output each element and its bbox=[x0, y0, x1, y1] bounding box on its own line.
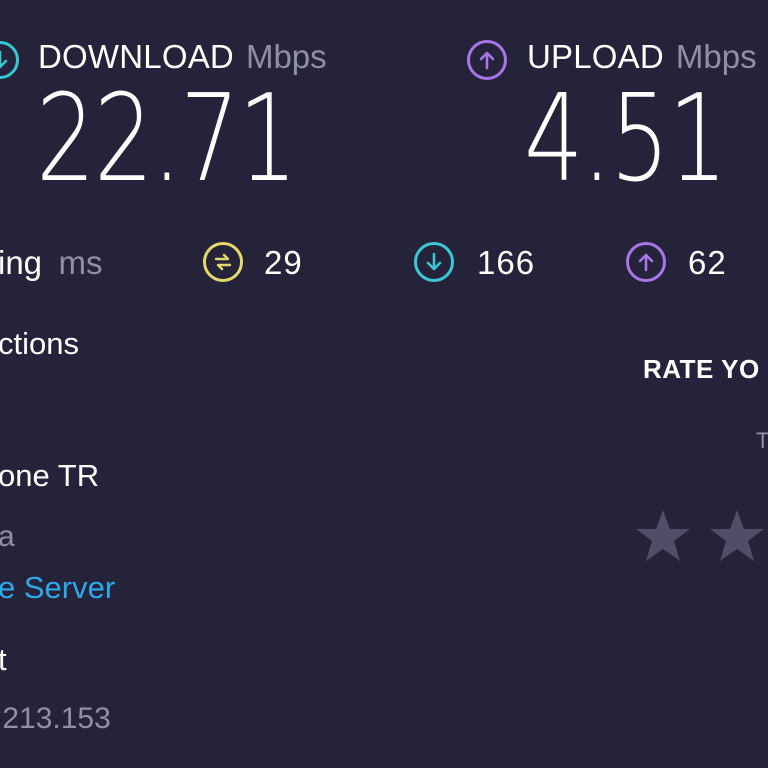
rate-hint: T bbox=[756, 428, 768, 453]
provider-location: a bbox=[0, 520, 15, 553]
provider-name: one TR bbox=[0, 458, 100, 493]
change-server-link[interactable]: e Server bbox=[0, 570, 115, 606]
ping-unit: ms bbox=[58, 244, 103, 281]
download-icon bbox=[0, 41, 19, 79]
ping-idle-icon bbox=[203, 242, 243, 282]
host-title: t bbox=[0, 642, 7, 677]
speedtest-result-panel: DOWNLOAD Mbps 22.71 UPLOAD Mbps 4.51 ing m… bbox=[0, 0, 768, 768]
ping-upload-value: 62 bbox=[688, 244, 727, 281]
host-ip: .213.153 bbox=[0, 702, 111, 735]
ping-upload-icon bbox=[626, 242, 666, 282]
ping-header: ing ms bbox=[0, 244, 103, 282]
ping-idle-value: 29 bbox=[264, 244, 303, 281]
ping-label: ing bbox=[0, 244, 43, 281]
ping-download-value: 166 bbox=[477, 244, 536, 281]
upload-value: 4.51 bbox=[524, 70, 728, 209]
rate-title: RATE YO bbox=[643, 354, 760, 384]
download-value: 22.71 bbox=[36, 70, 298, 209]
star-icon[interactable] bbox=[634, 508, 692, 564]
connections-title: ctions bbox=[0, 326, 79, 361]
star-icon[interactable] bbox=[708, 508, 766, 564]
ping-download-icon bbox=[414, 242, 454, 282]
upload-icon bbox=[467, 40, 507, 80]
